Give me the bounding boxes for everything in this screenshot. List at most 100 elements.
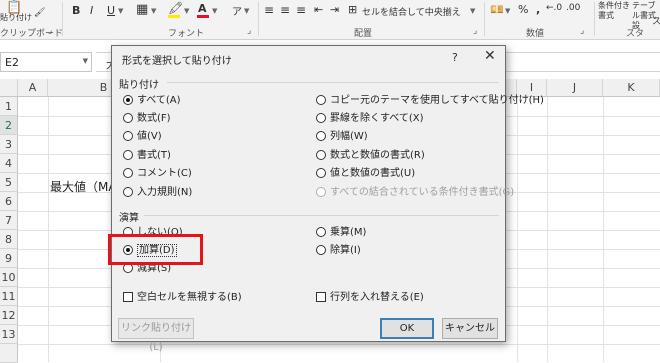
operation-multiply-radio[interactable]: 乗算(M) bbox=[316, 227, 366, 239]
paste-all-source-theme-label: コピー元のテーマを使用してすべて貼り付け(H) bbox=[330, 95, 544, 106]
column-header-k[interactable]: K bbox=[603, 79, 660, 97]
operation-divide-radio[interactable]: 除算(I) bbox=[316, 245, 361, 257]
select-all-corner[interactable] bbox=[0, 79, 18, 97]
merge-icon[interactable]: ⊞ bbox=[348, 3, 357, 16]
percent-button[interactable]: % bbox=[518, 3, 528, 16]
phonetic-dropdown-icon[interactable]: ▼ bbox=[244, 7, 249, 15]
underline-button[interactable]: U bbox=[107, 4, 115, 17]
row-header-12[interactable]: 12 bbox=[0, 306, 18, 325]
paste-formulas-label: 数式(F) bbox=[137, 113, 171, 124]
row-header-13[interactable]: 13 bbox=[0, 325, 18, 344]
align-left-icon[interactable]: ≡ bbox=[264, 3, 274, 17]
row-header-11[interactable]: 11 bbox=[0, 287, 18, 306]
operation-section-label: 演算 bbox=[119, 213, 139, 224]
name-box[interactable]: E2 ▼ bbox=[0, 52, 92, 72]
italic-button[interactable]: I bbox=[90, 4, 93, 17]
border-icon[interactable]: ▦ bbox=[136, 2, 148, 17]
font-color-dropdown-icon[interactable]: ▼ bbox=[212, 7, 217, 15]
paste-all-label: すべて(A) bbox=[137, 95, 181, 106]
bold-button[interactable]: B bbox=[72, 4, 80, 17]
paste-all-except-borders-label: 罫線を除くすべて(X) bbox=[330, 113, 424, 124]
paste-column-widths-radio[interactable]: 列幅(W) bbox=[316, 131, 368, 143]
paste-merge-conditional-formats-radio: すべての結合されている条件付き書式(G) bbox=[316, 187, 514, 199]
format-painter-icon[interactable]: 🖌 bbox=[34, 8, 45, 18]
currency-dropdown-icon[interactable]: ▼ bbox=[505, 7, 510, 15]
row-header-3[interactable]: 3 bbox=[0, 135, 18, 154]
font-color-icon[interactable]: A bbox=[198, 2, 207, 15]
dialog-title: 形式を選択して貼り付け bbox=[122, 56, 232, 67]
align-center-icon[interactable]: ≡ bbox=[280, 3, 290, 17]
phonetic-icon[interactable]: ア bbox=[232, 3, 242, 18]
paste-all-except-borders-radio[interactable]: 罫線を除くすべて(X) bbox=[316, 113, 424, 125]
cell-b5[interactable]: 最大値（MA bbox=[50, 178, 117, 195]
increase-indent-icon[interactable]: ⇥ bbox=[330, 3, 339, 16]
column-header-j[interactable]: J bbox=[547, 79, 603, 97]
row-header-1[interactable]: 1 bbox=[0, 97, 18, 116]
border-dropdown-icon[interactable]: ▼ bbox=[151, 7, 156, 15]
paste-comments-label: コメント(C) bbox=[137, 168, 192, 179]
row-header-7[interactable]: 7 bbox=[0, 211, 18, 230]
row-header-8[interactable]: 8 bbox=[0, 230, 18, 249]
paste-link-button: リンク貼り付け(L) bbox=[118, 318, 194, 353]
checkbox-icon bbox=[123, 292, 133, 302]
row-header-4[interactable]: 4 bbox=[0, 154, 18, 173]
skip-blanks-checkbox[interactable]: 空白セルを無視する(B) bbox=[123, 292, 242, 304]
alignment-launcher-icon[interactable]: ⌟ bbox=[473, 26, 477, 36]
ok-button[interactable]: OK bbox=[380, 318, 434, 339]
checkbox-icon bbox=[316, 292, 326, 302]
paste-values-number-formats-radio[interactable]: 値と数値の書式(U) bbox=[316, 168, 415, 180]
align-right-icon[interactable]: ≡ bbox=[296, 3, 306, 17]
operation-divide-label: 除算(I) bbox=[330, 245, 361, 256]
transpose-checkbox[interactable]: 行列を入れ替える(E) bbox=[316, 292, 424, 304]
row-header-2[interactable]: 2 bbox=[0, 116, 18, 135]
underline-dropdown-icon[interactable]: ▼ bbox=[118, 7, 123, 15]
row-header-9[interactable]: 9 bbox=[0, 249, 18, 268]
column-header-a[interactable]: A bbox=[18, 79, 48, 97]
merge-dropdown-icon[interactable]: ▼ bbox=[470, 7, 475, 15]
paste-values-radio[interactable]: 値(V) bbox=[123, 131, 162, 143]
group-label-font: フォント bbox=[168, 29, 205, 39]
paste-values-number-formats-label: 値と数値の書式(U) bbox=[330, 168, 416, 179]
paste-formats-radio[interactable]: 書式(T) bbox=[123, 150, 171, 162]
font-launcher-icon[interactable]: ⌟ bbox=[247, 26, 251, 36]
increase-decimal-icon[interactable]: ←.0 bbox=[546, 3, 562, 13]
radio-icon bbox=[316, 245, 326, 255]
fill-color-dropdown-icon[interactable]: ▼ bbox=[184, 7, 189, 15]
paste-column-widths-label: 列幅(W) bbox=[330, 131, 368, 142]
paste-section-label: 貼り付け bbox=[119, 80, 159, 91]
currency-icon[interactable]: 💴 bbox=[490, 3, 504, 16]
group-label-number: 数値 bbox=[526, 29, 545, 39]
row-header-14[interactable] bbox=[0, 344, 18, 363]
decrease-indent-icon[interactable]: ⇤ bbox=[314, 3, 323, 16]
paste-formulas-radio[interactable]: 数式(F) bbox=[123, 113, 171, 125]
cancel-button[interactable]: キャンセル bbox=[442, 318, 498, 339]
paste-all-source-theme-radio[interactable]: コピー元のテーマを使用してすべて貼り付け(H) bbox=[316, 95, 544, 107]
radio-icon bbox=[316, 131, 326, 141]
paste-all-radio[interactable]: すべて(A) bbox=[123, 95, 181, 107]
ribbon: 📋 貼り付け 🖌 B I U ▼ ▦ ▼ 🖍 ▼ A ▼ ア ▼ ≡ ≡ ≡ ⇤… bbox=[0, 0, 660, 40]
clipboard-launcher-icon[interactable]: ⌟ bbox=[48, 26, 52, 36]
paste-formulas-number-formats-radio[interactable]: 数式と数値の書式(R) bbox=[316, 150, 425, 162]
paste-comments-radio[interactable]: コメント(C) bbox=[123, 168, 192, 180]
comma-button[interactable]: , bbox=[536, 3, 540, 16]
merge-center-button[interactable]: セルを結合して中央揃え bbox=[362, 5, 461, 18]
conditional-format-button[interactable]: 条件付き書式 bbox=[598, 1, 630, 21]
name-box-dropdown-icon[interactable]: ▼ bbox=[83, 57, 88, 65]
name-box-value: E2 bbox=[5, 56, 19, 69]
row-header-5[interactable]: 5 bbox=[0, 173, 18, 192]
help-button[interactable]: ? bbox=[452, 51, 458, 64]
skip-blanks-label: 空白セルを無視する(B) bbox=[137, 292, 242, 303]
row-header-10[interactable]: 10 bbox=[0, 268, 18, 287]
paste-button[interactable]: 貼り付け bbox=[0, 13, 32, 23]
paste-validation-radio[interactable]: 入力規則(N) bbox=[123, 187, 192, 199]
radio-icon bbox=[123, 187, 133, 197]
fill-color-icon[interactable]: 🖍 bbox=[168, 1, 183, 15]
row-header-6[interactable]: 6 bbox=[0, 192, 18, 211]
number-launcher-icon[interactable]: ⌟ bbox=[580, 26, 584, 36]
decrease-decimal-icon[interactable]: .00 bbox=[566, 3, 580, 13]
cell-style-button[interactable]: ス bbox=[652, 14, 660, 27]
close-icon[interactable]: ✕ bbox=[484, 48, 496, 64]
gridline bbox=[48, 97, 49, 362]
paste-formats-label: 書式(T) bbox=[137, 150, 171, 161]
annotation-highlight-box bbox=[108, 234, 203, 265]
